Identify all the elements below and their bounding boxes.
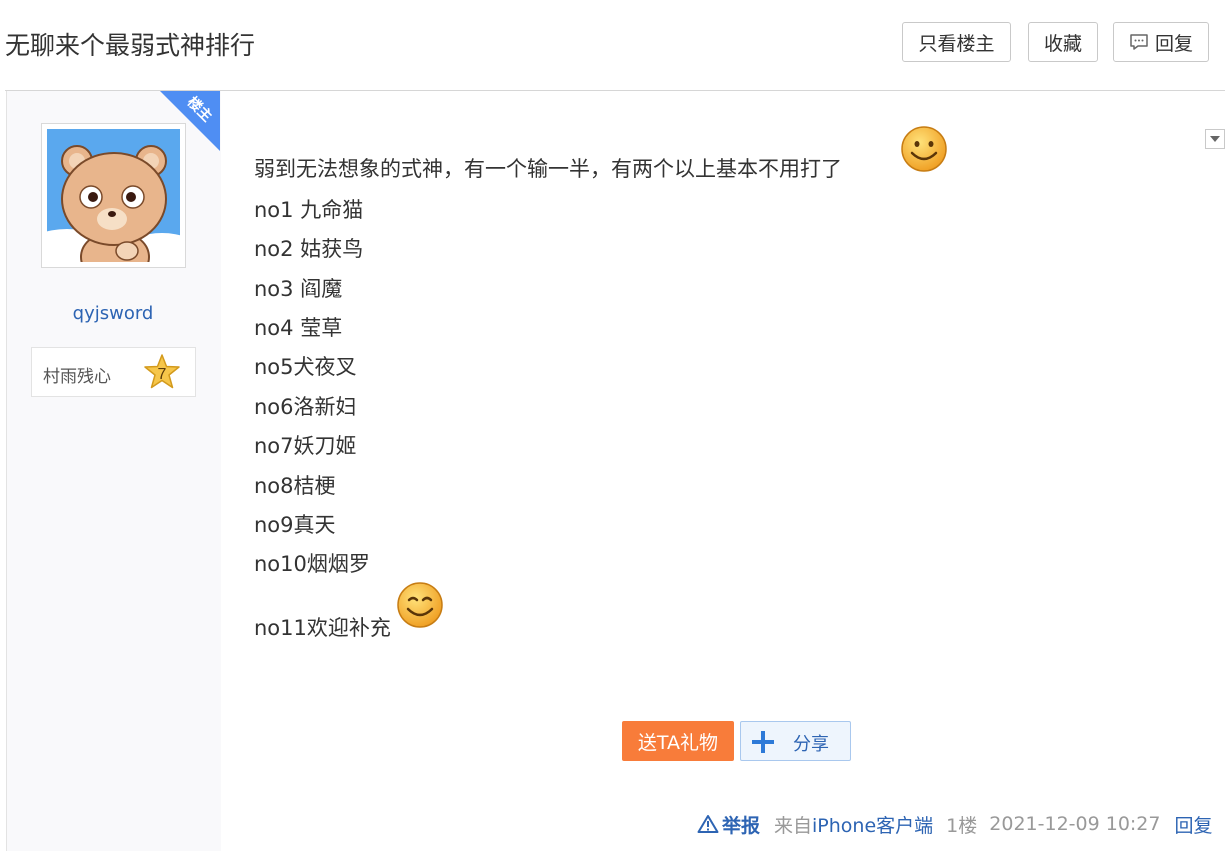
share-button[interactable]: 分享 xyxy=(740,721,851,761)
post-line: 弱到无法想象的式神，有一个输一半，有两个以上基本不用打了 xyxy=(254,157,842,181)
report-link[interactable]: 举报 xyxy=(697,811,760,838)
chevron-down-icon[interactable] xyxy=(1205,129,1225,149)
send-gift-label: 送TA礼物 xyxy=(637,731,719,754)
member-title-label: 村雨残心 xyxy=(43,367,111,387)
post-line: no11欢迎补充 xyxy=(254,616,391,640)
post-footer: 举报 来自 iPhone客户端 1楼 2021-12-09 10:27 回复 xyxy=(697,811,1213,837)
bear-avatar-image xyxy=(47,129,180,262)
plus-icon xyxy=(751,730,775,758)
post-timestamp: 2021-12-09 10:27 xyxy=(989,813,1161,835)
only-op-button[interactable]: 只看楼主 xyxy=(902,22,1011,62)
page-title: 无聊来个最弱式神排行 xyxy=(5,31,256,60)
warning-icon xyxy=(697,815,719,833)
reply-button[interactable]: 回复 xyxy=(1113,22,1209,62)
post-line: no6洛新妇 xyxy=(254,395,357,419)
post-line: no8桔梗 xyxy=(254,474,336,498)
comment-icon xyxy=(1129,33,1149,51)
post-line: no10烟烟罗 xyxy=(254,552,370,576)
member-title-badge[interactable]: 村雨残心 7 xyxy=(31,347,196,397)
avatar[interactable] xyxy=(41,123,186,268)
share-label: 分享 xyxy=(793,734,829,755)
only-op-label: 只看楼主 xyxy=(918,32,995,55)
level-number: 7 xyxy=(158,366,167,383)
favorite-button[interactable]: 收藏 xyxy=(1028,22,1098,62)
username-link[interactable]: qyjsword xyxy=(6,303,220,324)
favorite-label: 收藏 xyxy=(1043,32,1082,55)
post-line: no5犬夜叉 xyxy=(254,355,357,379)
post-line: no7妖刀姬 xyxy=(254,434,357,458)
post-line: no4 莹草 xyxy=(254,316,343,340)
post-line: no2 姑获鸟 xyxy=(254,237,364,261)
post-line: no1 九命猫 xyxy=(254,198,364,222)
smiley-icon xyxy=(900,125,948,178)
level-star-icon: 7 xyxy=(142,352,182,392)
reply-label: 回复 xyxy=(1154,32,1193,55)
post-line: no9真天 xyxy=(254,513,336,537)
source-prefix: 来自 xyxy=(774,814,813,837)
send-gift-button[interactable]: 送TA礼物 xyxy=(622,721,734,761)
report-label: 举报 xyxy=(722,814,761,837)
post-line: no3 阎魔 xyxy=(254,277,343,301)
smiley-icon xyxy=(396,581,444,634)
floor-number: 1楼 xyxy=(946,814,978,837)
source-client-link[interactable]: iPhone客户端 xyxy=(812,811,933,838)
footer-reply-link[interactable]: 回复 xyxy=(1174,811,1212,838)
